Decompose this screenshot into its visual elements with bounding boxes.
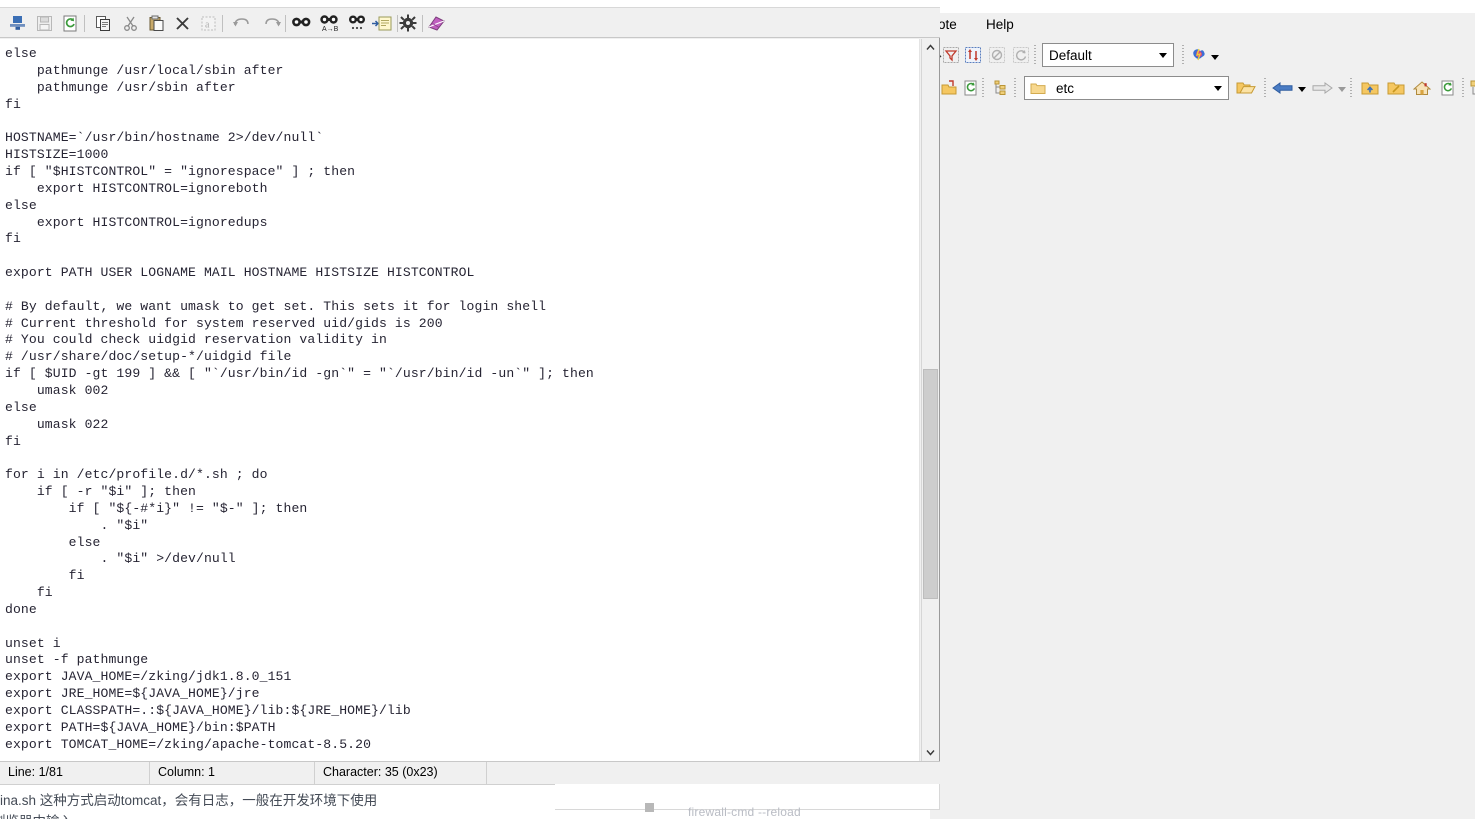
- preferences-icon[interactable]: [396, 12, 420, 34]
- svg-text:A→B: A→B: [322, 26, 339, 32]
- tree-view-icon[interactable]: [990, 77, 1012, 99]
- status-column: Column: 1: [150, 762, 315, 784]
- folder-icon: [1030, 81, 1046, 95]
- status-line: Line: 1/81: [0, 762, 150, 784]
- editor-separator-1: [84, 15, 85, 32]
- editor-status-bar: Line: 1/81 Column: 1 Character: 35 (0x23…: [0, 761, 940, 784]
- menu-help[interactable]: Help: [980, 15, 1020, 34]
- parent-directory-icon[interactable]: [1358, 77, 1382, 99]
- toolbar-separator: [1034, 45, 1036, 65]
- stop-icon: [986, 44, 1008, 66]
- save-icon: [32, 12, 56, 34]
- chevron-down-icon-2[interactable]: [1211, 55, 1219, 60]
- toolbar-separator-2: [1182, 45, 1184, 65]
- remote-path-combo[interactable]: etc: [1024, 76, 1229, 100]
- refresh-icon: [1010, 44, 1032, 66]
- editor-code-content[interactable]: else pathmunge /usr/local/sbin after pat…: [5, 46, 594, 753]
- back-icon[interactable]: [1270, 77, 1296, 99]
- redo-icon: [260, 12, 284, 34]
- editor-toolbar: a A→B: [0, 8, 940, 38]
- note-line-1: ina.sh 这种方式启动tomcat，会有日志，一般在开发环境下使用: [0, 793, 378, 808]
- editor-text-area[interactable]: else pathmunge /usr/local/sbin after pat…: [0, 39, 920, 761]
- background-note-area: ina.sh 这种方式启动tomcat，会有日志，一般在开发环境下使用 浏览器中…: [0, 784, 555, 819]
- copy-icon[interactable]: [92, 12, 116, 34]
- scroll-down-icon[interactable]: [922, 744, 939, 761]
- status-character: Character: 35 (0x23): [315, 762, 487, 784]
- encoding-icon[interactable]: [424, 12, 448, 34]
- toolbar-separator-3: [982, 78, 984, 98]
- session-combo-value: Default: [1049, 47, 1092, 63]
- replace-icon[interactable]: A→B: [316, 12, 344, 34]
- forward-icon: [1309, 77, 1335, 99]
- toolbar-separator-7: [1462, 78, 1464, 98]
- cut-icon: [118, 12, 142, 34]
- svg-text:a: a: [205, 19, 210, 30]
- session-color-icon[interactable]: [1188, 44, 1210, 66]
- chevron-down-icon-3: [1214, 86, 1222, 91]
- editor-separator-5: [422, 15, 423, 32]
- winscp-menu-bar: ote Help: [930, 13, 1475, 37]
- editor-separator-3: [285, 15, 286, 32]
- faint-command-text: firewall-cmd --reload: [688, 805, 801, 819]
- toolbar-separator-4: [1014, 78, 1016, 98]
- editor-titlebar-stub: [0, 0, 940, 8]
- winscp-path-toolbar: etc: [930, 73, 1475, 105]
- back-dropdown-icon[interactable]: [1298, 87, 1306, 92]
- toolbar-separator-6: [1350, 78, 1352, 98]
- home-directory-icon[interactable]: [1410, 77, 1434, 99]
- find-icon[interactable]: [288, 12, 316, 34]
- winscp-titlebar-stub: [930, 0, 1475, 13]
- delete-icon[interactable]: [170, 12, 194, 34]
- exit-icon[interactable]: [6, 12, 30, 34]
- reload-icon[interactable]: [58, 12, 82, 34]
- open-remote-icon[interactable]: [938, 77, 960, 99]
- go-to-line-icon[interactable]: [369, 12, 395, 34]
- editor-separator-2: [222, 15, 223, 32]
- scroll-up-icon[interactable]: [922, 39, 939, 56]
- session-color-combo[interactable]: Default: [1042, 43, 1174, 67]
- bookmark-icon[interactable]: [1467, 77, 1475, 99]
- refresh-panel-icon[interactable]: [960, 77, 982, 99]
- status-extra: [487, 762, 940, 784]
- paste-icon[interactable]: [144, 12, 168, 34]
- synchronize-icon[interactable]: [962, 44, 984, 66]
- vscroll-thumb[interactable]: [923, 369, 938, 599]
- refresh-directory-icon[interactable]: [1436, 77, 1460, 99]
- editor-vscrollbar[interactable]: [921, 39, 939, 761]
- filter-icon[interactable]: [940, 44, 962, 66]
- undo-icon: [230, 12, 254, 34]
- winscp-session-toolbar: Default: [930, 40, 1475, 72]
- remote-file-editor-window: a A→B else pathmunge /usr/local/sbin aft…: [0, 0, 940, 784]
- open-directory-icon[interactable]: [1233, 77, 1259, 99]
- forward-dropdown-icon: [1338, 87, 1346, 92]
- path-combo-value: etc: [1056, 80, 1075, 96]
- select-all-icon: a: [196, 12, 220, 34]
- background-square: [645, 803, 654, 812]
- root-directory-icon[interactable]: [1384, 77, 1408, 99]
- winscp-window: ote Help Default etc: [930, 0, 1475, 819]
- note-line-2: 浏览器中输入: [0, 810, 73, 819]
- find-again-icon[interactable]: [345, 12, 371, 34]
- chevron-down-icon: [1159, 53, 1167, 58]
- toolbar-separator-5: [1264, 78, 1266, 98]
